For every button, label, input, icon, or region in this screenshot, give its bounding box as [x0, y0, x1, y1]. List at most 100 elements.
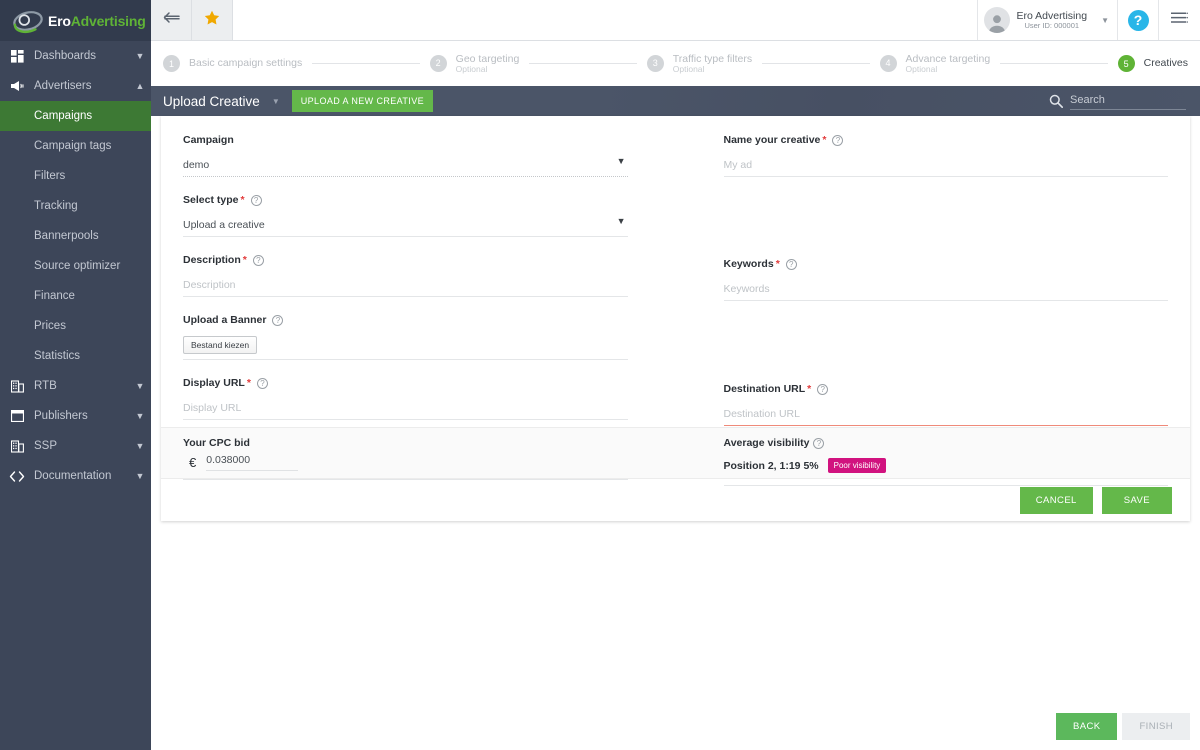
- sidebar-item-campaign-tags[interactable]: Campaign tags: [0, 131, 151, 161]
- user-name: Ero Advertising: [1016, 9, 1088, 22]
- user-id: User ID: 000001: [1024, 20, 1080, 30]
- step-4[interactable]: 4 Advance targeting Optional: [879, 53, 990, 75]
- average-visibility-section: Average visibility ? Position 2, 1:19 5%…: [724, 437, 1169, 478]
- chevron-down-icon: ▼: [135, 51, 145, 61]
- sidebar-item-dashboards[interactable]: Dashboards ▼: [0, 41, 151, 71]
- required-asterisk: *: [240, 194, 245, 206]
- sidebar-item-publishers[interactable]: Publishers ▼: [0, 401, 151, 431]
- field-select-type: Select type* ? ▼: [183, 194, 628, 237]
- description-input[interactable]: [183, 277, 628, 297]
- destination-url-input[interactable]: [723, 406, 1168, 426]
- brand-logo[interactable]: EroAdvertising: [0, 0, 151, 41]
- step-number: 1: [163, 55, 180, 72]
- field-label: Keywords * ?: [724, 258, 1169, 270]
- sidebar-subitem-label: Campaigns: [34, 110, 93, 122]
- sidebar-item-source-optimizer[interactable]: Source optimizer: [0, 251, 151, 281]
- select-type-select[interactable]: [183, 217, 628, 237]
- sidebar-subitem-label: Bannerpools: [34, 230, 99, 242]
- save-button[interactable]: SAVE: [1101, 486, 1172, 514]
- sidebar-item-advertisers[interactable]: Advertisers ▲: [0, 71, 151, 101]
- sidebar-item-ssp[interactable]: SSP ▼: [0, 431, 151, 461]
- app-menu-button[interactable]: [1159, 0, 1200, 40]
- swoosh-ellipse-icon: [12, 8, 44, 34]
- help-icon[interactable]: ?: [272, 314, 284, 326]
- step-2[interactable]: 2 Geo targeting Optional: [429, 53, 520, 75]
- back-button[interactable]: BACK: [1055, 713, 1118, 740]
- search-input[interactable]: [1070, 92, 1186, 110]
- step-number: 4: [879, 54, 897, 72]
- star-icon: [204, 10, 220, 31]
- field-label: Select type * ?: [183, 194, 628, 206]
- help-icon[interactable]: ?: [813, 437, 825, 449]
- description-label: Description: [183, 254, 241, 266]
- field-label: Name your creative * ?: [724, 134, 1169, 146]
- building-icon: [0, 439, 34, 453]
- page-title-bar: Upload Creative ▼ UPLOAD A NEW CREATIVE: [151, 86, 1200, 116]
- cpc-bid-row: €: [183, 454, 628, 471]
- visibility-label-text: Average visibility: [723, 437, 810, 449]
- campaign-label: Campaign: [183, 134, 234, 146]
- cpc-bid-input[interactable]: [206, 454, 299, 471]
- required-asterisk: *: [242, 254, 247, 266]
- page-title: Upload Creative: [163, 93, 260, 109]
- step-connector: [312, 63, 420, 64]
- choose-file-button[interactable]: Bestand kiezen: [183, 336, 258, 354]
- upload-new-creative-button[interactable]: UPLOAD A NEW CREATIVE: [291, 90, 433, 112]
- step-text: Creatives: [1144, 57, 1188, 69]
- finish-button[interactable]: FINISH: [1122, 713, 1190, 740]
- help-button[interactable]: ?: [1118, 0, 1159, 40]
- step-1[interactable]: 1 Basic campaign settings: [163, 55, 302, 72]
- sidebar-item-label: Dashboards: [34, 50, 97, 62]
- creative-name-label: Name your creative: [723, 134, 821, 146]
- chevron-down-icon: ▼: [135, 411, 145, 421]
- required-asterisk: *: [246, 377, 251, 389]
- sidebar-item-bannerpools[interactable]: Bannerpools: [0, 221, 151, 251]
- favorites-button[interactable]: [192, 0, 233, 40]
- chevron-down-icon[interactable]: ▼: [272, 97, 280, 106]
- display-url-input[interactable]: [183, 400, 628, 420]
- required-asterisk: *: [822, 134, 827, 146]
- sidebar-item-statistics[interactable]: Statistics: [0, 341, 151, 371]
- field-destination-url: Destination URL * ?: [723, 383, 1168, 426]
- creative-name-input[interactable]: [723, 157, 1168, 177]
- user-menu[interactable]: Ero Advertising User ID: 000001 ▼: [978, 0, 1118, 40]
- brand-name-part1: Ero: [48, 12, 71, 29]
- sidebar-item-finance[interactable]: Finance: [0, 281, 151, 311]
- step-3[interactable]: 3 Traffic type filters Optional: [646, 53, 752, 75]
- search-box: [1049, 92, 1186, 110]
- step-connector: [1000, 63, 1108, 64]
- step-text: Traffic type filters Optional: [673, 53, 752, 75]
- help-icon[interactable]: ?: [250, 194, 262, 206]
- sidebar-item-prices[interactable]: Prices: [0, 311, 151, 341]
- field-label: Upload a Banner ?: [183, 314, 628, 326]
- euro-icon: €: [189, 455, 197, 470]
- sidebar-item-label: Publishers: [34, 410, 88, 422]
- sidebar-item-tracking[interactable]: Tracking: [0, 191, 151, 221]
- collapse-left-icon: [163, 11, 180, 29]
- sidebar-item-documentation[interactable]: Documentation ▼: [0, 461, 151, 491]
- sidebar-item-rtb[interactable]: RTB ▼: [0, 371, 151, 401]
- sidebar-subitem-label: Campaign tags: [34, 140, 112, 152]
- step-optional: Optional: [672, 63, 705, 74]
- help-icon[interactable]: ?: [256, 377, 268, 389]
- step-number: 3: [646, 54, 664, 72]
- file-input-row: Bestand kiezen: [183, 335, 628, 360]
- collapse-sidebar-button[interactable]: [151, 0, 192, 40]
- sidebar-subitem-label: Statistics: [34, 350, 81, 362]
- sidebar-item-filters[interactable]: Filters: [0, 161, 151, 191]
- cancel-button[interactable]: CANCEL: [1019, 486, 1093, 514]
- campaign-select-wrap: ▼: [183, 155, 628, 177]
- campaign-select[interactable]: [183, 157, 628, 177]
- step-text: Geo targeting Optional: [456, 53, 520, 75]
- cpc-bid-label: Your CPC bid: [183, 437, 250, 449]
- sidebar-item-campaigns[interactable]: Campaigns: [0, 101, 151, 131]
- help-icon[interactable]: ?: [832, 134, 844, 146]
- help-icon[interactable]: ?: [785, 258, 797, 270]
- step-5[interactable]: 5 Creatives: [1117, 55, 1188, 72]
- help-icon[interactable]: ?: [817, 383, 829, 395]
- help-icon[interactable]: ?: [252, 254, 264, 266]
- top-bar-spacer: [233, 0, 979, 40]
- sidebar-subitem-label: Finance: [34, 290, 75, 302]
- required-asterisk: *: [775, 258, 780, 270]
- keywords-input[interactable]: [723, 281, 1168, 301]
